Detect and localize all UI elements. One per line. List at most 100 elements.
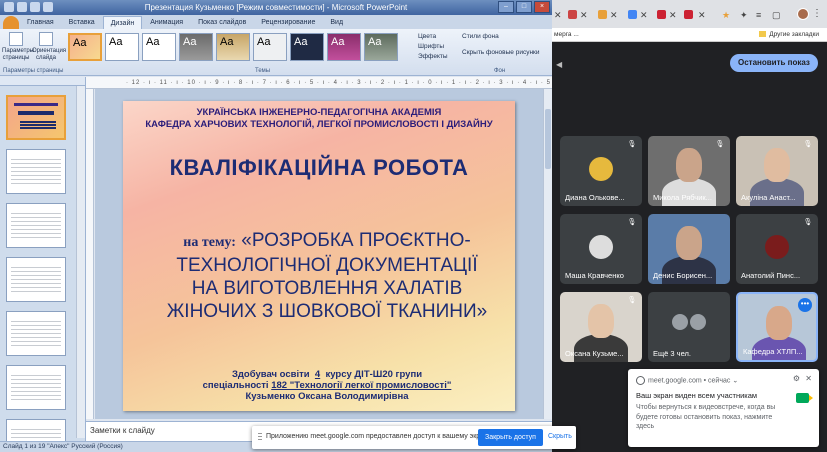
participant-avatar (589, 157, 613, 181)
mic-off-icon: 🎙 (627, 297, 637, 304)
horizontal-ruler: · 12 · ı · 11 · ı · 10 · ı · 9 · ı · 8 ·… (86, 77, 552, 89)
ppt-window-controls: – □ × (498, 1, 550, 13)
tab-design[interactable]: Дизайн (102, 16, 143, 29)
theme-5[interactable]: Aa (253, 33, 287, 61)
topic-line-2: ТЕХНОЛОГІЧНОЇ ДОКУМЕНТАЦІЇ (176, 255, 478, 276)
more-options-icon[interactable]: ••• (798, 298, 812, 312)
participant-name: Микола Рябчик... (653, 193, 712, 202)
tab-close-icon[interactable]: ✕ (554, 10, 562, 21)
scrollbar-thumb[interactable] (545, 109, 551, 169)
save-icon[interactable] (17, 2, 27, 12)
chrome-tab-strip: ✕ ✕ ✕ ✕ ✕ ✕ ★ ✦ ≡ ▢ ⋮ (552, 0, 827, 28)
slide-topic: на тему: «РОЗРОБКА ПРОЄКТНО- ТЕХНОЛОГІЧН… (153, 229, 501, 323)
office-logo-icon[interactable] (4, 2, 14, 12)
tab-slideshow[interactable]: Показ слайдов (191, 16, 253, 29)
stop-sharing-button[interactable]: Закрыть доступ (478, 429, 543, 446)
theme-office[interactable]: Aa (105, 33, 139, 61)
redo-icon[interactable] (43, 2, 53, 12)
participant-tile[interactable]: 🎙 Диана Олькове... (560, 136, 642, 206)
hide-bar-link[interactable]: Скрыть (548, 433, 572, 440)
slide-thumbnail-7[interactable] (6, 419, 66, 441)
slide-thumbnail-3[interactable] (6, 203, 66, 248)
slide-scrollbar[interactable] (543, 89, 552, 419)
theme-7[interactable]: Aa (327, 33, 361, 61)
participant-name: Акуліна Анаст... (741, 193, 796, 202)
colors-button[interactable]: Цвета (418, 32, 448, 42)
office-button[interactable] (3, 16, 19, 29)
orientation-icon (39, 32, 53, 46)
ribbon-tabs: Главная Вставка Дизайн Анимация Показ сл… (0, 15, 552, 29)
tab-close-icon[interactable]: ✕ (580, 10, 588, 21)
participant-tile[interactable]: 🎙 Микола Рябчик... (648, 136, 730, 206)
thumbnails-scrollbar[interactable] (76, 86, 85, 438)
tab-home[interactable]: Главная (20, 16, 61, 29)
undo-icon[interactable] (30, 2, 40, 12)
participant-tile[interactable]: 🎙 Анатолий Пинс... (736, 214, 818, 284)
participant-name: Анатолий Пинс... (741, 271, 801, 280)
author-course: 4 (314, 369, 321, 380)
stop-presenting-button[interactable]: Остановить показ (730, 54, 818, 72)
side-panel-icon[interactable]: ▢ (772, 10, 781, 21)
page-setup-button[interactable]: Параметры страницы (2, 32, 34, 62)
bookmark-item[interactable]: мерга ... (554, 28, 579, 41)
theme-2[interactable]: Aa (142, 33, 176, 61)
other-bookmarks[interactable]: Другие закладки (759, 28, 819, 41)
slide-thumbnail-2[interactable] (6, 149, 66, 194)
tab-close-icon[interactable]: ✕ (640, 10, 648, 21)
slide-thumbnail-1[interactable] (6, 95, 66, 140)
theme-6[interactable]: Aa (290, 33, 324, 61)
tab-animation[interactable]: Анимация (143, 16, 190, 29)
drag-handle-icon[interactable] (258, 433, 262, 442)
theme-3[interactable]: Aa (179, 33, 213, 61)
participant-tile[interactable]: 🎙 Маша Кравченко (560, 214, 642, 284)
tab-favicon (598, 10, 607, 19)
tab-favicon (568, 10, 577, 19)
tab-close-icon[interactable]: ✕ (698, 10, 706, 21)
close-icon[interactable]: × (534, 1, 550, 13)
collapse-icon[interactable]: ◀ (556, 60, 562, 69)
slide-thumbnail-4[interactable] (6, 257, 66, 302)
maximize-icon[interactable]: □ (516, 1, 532, 13)
participant-tile-speaking[interactable]: ••• Кафедра ХТЛП... (736, 292, 818, 362)
bg-styles-button[interactable]: Стили фона (462, 32, 540, 42)
more-participants-label: Ещё 3 чел. (653, 349, 691, 358)
meet-notification[interactable]: meet.google.com • сейчас ⌄ ⚙ ✕ Ваш экран… (628, 369, 819, 447)
tab-review[interactable]: Рецензирование (254, 16, 322, 29)
reading-list-icon[interactable]: ≡ (756, 10, 761, 20)
extensions-icon[interactable]: ✦ (740, 10, 748, 21)
profile-avatar[interactable] (797, 8, 809, 20)
slide-canvas[interactable]: УКРАЇНСЬКА ІНЖЕНЕРНО-ПЕДАГОГІЧНА АКАДЕМІ… (123, 101, 515, 411)
institution-line-2: КАФЕДРА ХАРЧОВИХ ТЕХНОЛОГІЙ, ЛЕГКОЇ ПРОМ… (145, 119, 493, 130)
tab-insert[interactable]: Вставка (62, 16, 102, 29)
slide-thumbnails-pane (0, 77, 86, 441)
theme-apex[interactable]: Aa (68, 33, 102, 61)
tab-favicon (684, 10, 693, 19)
slide-orientation-button[interactable]: Ориентация слайда (32, 32, 66, 62)
chrome-menu-icon[interactable]: ⋮ (812, 8, 822, 19)
fonts-button[interactable]: Шрифты (418, 42, 448, 52)
settings-icon[interactable]: ⚙ (793, 374, 800, 383)
tab-close-icon[interactable]: ✕ (669, 10, 677, 21)
slide-thumbnail-5[interactable] (6, 311, 66, 356)
effects-button[interactable]: Эффекты (418, 52, 448, 62)
tab-close-icon[interactable]: ✕ (610, 10, 618, 21)
participant-tile[interactable]: 🎙 Оксана Кузьме... (560, 292, 642, 362)
thumbnails-tabs[interactable] (0, 77, 85, 86)
close-icon[interactable]: ✕ (805, 374, 812, 383)
theme-8[interactable]: Aa (364, 33, 398, 61)
google-meet-icon (796, 393, 813, 403)
group-page-setup-label: Параметры страницы (3, 68, 64, 74)
minimize-icon[interactable]: – (498, 1, 514, 13)
institution-line-1: УКРАЇНСЬКА ІНЖЕНЕРНО-ПЕДАГОГІЧНА АКАДЕМІ… (196, 107, 442, 118)
participant-tile[interactable]: Денис Борисен... (648, 214, 730, 284)
participant-face (676, 226, 702, 260)
participant-tile-more[interactable]: Ещё 3 чел. (648, 292, 730, 362)
topic-lead: на тему: (183, 235, 236, 250)
tab-view[interactable]: Вид (323, 16, 350, 29)
slide-thumbnail-6[interactable] (6, 365, 66, 410)
hide-bg-checkbox[interactable]: Скрыть фоновые рисунки (462, 48, 540, 58)
theme-4[interactable]: Aa (216, 33, 250, 61)
screen-share-bar: Приложению meet.google.com предоставлен … (252, 426, 576, 449)
participant-tile[interactable]: 🎙 Акуліна Анаст... (736, 136, 818, 206)
bookmark-star-icon[interactable]: ★ (722, 10, 730, 21)
